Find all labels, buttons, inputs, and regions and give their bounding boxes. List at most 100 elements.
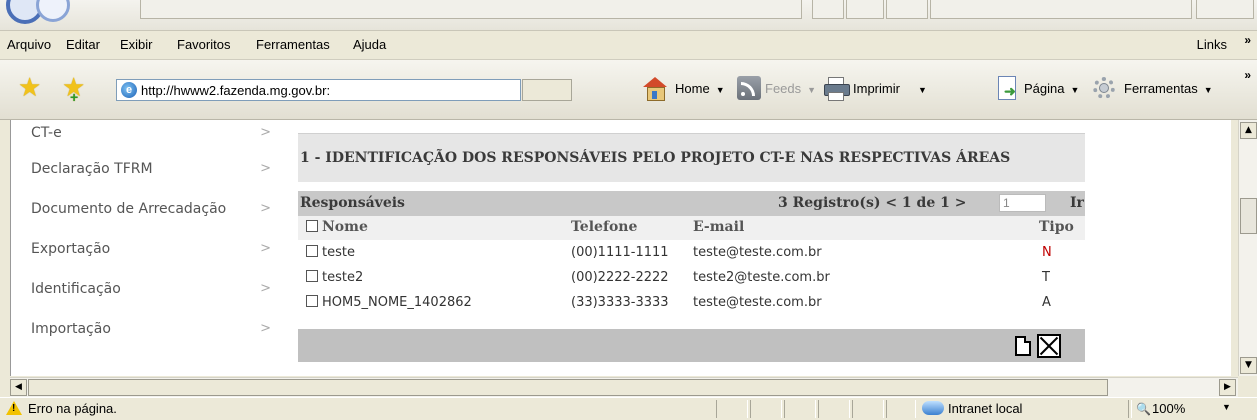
intranet-zone-icon	[922, 401, 944, 415]
cell-telefone: (00)1111-1111	[571, 245, 669, 260]
tools-label: Ferramentas	[1124, 81, 1198, 96]
page-button[interactable]: Página ▼	[1024, 81, 1079, 96]
cell-telefone: (33)3333-3333	[571, 295, 669, 310]
page-icon[interactable]: ➜	[994, 75, 1022, 101]
cell-tipo: N	[1042, 245, 1052, 260]
sidebar-item-importacao[interactable]: Importação >	[11, 310, 279, 348]
address-strip	[140, 0, 802, 19]
cell-email: teste@teste.com.br	[693, 295, 822, 310]
address-bar[interactable]: e http://hwww2.fazenda.mg.gov.br:	[116, 79, 521, 101]
section-header: 1 - IDENTIFICAÇÃO DOS RESPONSÁVEIS PELO …	[298, 133, 1085, 182]
home-icon[interactable]	[641, 75, 669, 101]
home-dropdown-icon[interactable]: ▼	[716, 85, 725, 95]
tools-button[interactable]: Ferramentas ▼	[1124, 81, 1213, 96]
horizontal-scrollbar[interactable]: ◀ ▶	[10, 377, 1238, 397]
menu-arquivo[interactable]: Arquivo	[7, 37, 51, 52]
select-all-checkbox[interactable]	[306, 219, 318, 235]
status-segment	[716, 400, 748, 418]
print-dropdown-icon[interactable]: ▼	[918, 85, 927, 95]
feeds-icon[interactable]	[737, 76, 761, 100]
strip-button-4[interactable]	[1196, 0, 1254, 19]
scroll-up-icon[interactable]: ▲	[1240, 122, 1257, 139]
sidebar-item-identificacao[interactable]: Identificação >	[11, 270, 279, 308]
menu-favoritos[interactable]: Favoritos	[177, 37, 230, 52]
grid-action-bar	[298, 329, 1085, 362]
sidebar-item-label: Documento de Arrecadação	[31, 201, 227, 217]
vertical-scrollbar[interactable]: ▲ ▼	[1238, 120, 1257, 376]
chevron-right-icon: >	[260, 241, 271, 256]
column-nome[interactable]: Nome	[322, 219, 368, 235]
printer-icon[interactable]	[823, 75, 851, 101]
tools-gear-icon[interactable]	[1091, 75, 1119, 101]
menu-editar[interactable]: Editar	[66, 37, 100, 52]
status-segment	[886, 400, 916, 418]
home-label: Home	[675, 81, 710, 96]
security-zone[interactable]: Intranet local	[948, 401, 1022, 416]
sidebar-item-label: Importação	[31, 321, 111, 337]
strip-button-1[interactable]	[812, 0, 844, 19]
favorites-star-icon[interactable]: ★	[18, 74, 41, 100]
cell-nome: teste2	[322, 270, 364, 285]
new-document-icon[interactable]	[1012, 334, 1034, 358]
table-row[interactable]: teste (00)1111-1111 teste@teste.com.br N	[298, 241, 1085, 265]
menu-exibir[interactable]: Exibir	[120, 37, 153, 52]
menu-bar: Arquivo Editar Exibir Favoritos Ferramen…	[0, 31, 1257, 60]
status-segment	[852, 400, 884, 418]
toolbar-overflow-chevron-icon[interactable]: »	[1244, 68, 1251, 82]
feeds-dropdown-icon[interactable]: ▼	[807, 85, 816, 95]
row-checkbox[interactable]	[306, 270, 318, 285]
feeds-button[interactable]: Feeds ▼	[765, 81, 816, 96]
address-go-box[interactable]	[522, 79, 572, 101]
sidebar-item-cte[interactable]: CT-e >	[11, 120, 279, 152]
cell-tipo: T	[1042, 270, 1050, 285]
strip-button-2[interactable]	[846, 0, 884, 19]
sidebar-item-exportacao[interactable]: Exportação >	[11, 230, 279, 268]
scroll-down-icon[interactable]: ▼	[1240, 357, 1257, 374]
table-row[interactable]: HOM5_NOME_1402862 (33)3333-3333 teste@te…	[298, 291, 1085, 315]
sidebar-item-declaracao-tfrm[interactable]: Declaração TFRM >	[11, 150, 279, 188]
page-content: CT-e > Declaração TFRM > Documento de Ar…	[10, 120, 1231, 376]
zoom-icon[interactable]: 🔍	[1136, 402, 1151, 416]
tools-dropdown-icon[interactable]: ▼	[1204, 85, 1213, 95]
add-favorite-icon[interactable]: ★ +	[62, 74, 85, 105]
column-telefone[interactable]: Telefone	[571, 219, 637, 235]
column-tipo[interactable]: Tipo	[1039, 219, 1074, 235]
strip-button-3[interactable]	[886, 0, 928, 19]
sidebar-item-documento-arrecadacao[interactable]: Documento de Arrecadação >	[11, 190, 279, 228]
cell-email: teste2@teste.com.br	[693, 270, 830, 285]
table-row[interactable]: teste2 (00)2222-2222 teste2@teste.com.br…	[298, 266, 1085, 290]
status-text[interactable]: Erro na página.	[28, 401, 117, 416]
page-number-input[interactable]: 1	[999, 194, 1046, 212]
menu-overflow-chevron-icon[interactable]: »	[1244, 33, 1251, 47]
menu-ferramentas[interactable]: Ferramentas	[256, 37, 330, 52]
status-segment	[784, 400, 816, 418]
chevron-right-icon: >	[260, 125, 271, 140]
column-email[interactable]: E-mail	[693, 219, 744, 235]
horizontal-scroll-thumb[interactable]	[28, 379, 1108, 396]
status-segment	[818, 400, 850, 418]
scroll-left-icon[interactable]: ◀	[10, 379, 27, 396]
delete-icon[interactable]	[1037, 334, 1061, 358]
scroll-corner	[1238, 377, 1257, 396]
zoom-dropdown-icon[interactable]: ▼	[1222, 402, 1231, 412]
forward-icon[interactable]	[36, 0, 70, 22]
address-url[interactable]: http://hwww2.fazenda.mg.gov.br:	[141, 83, 330, 98]
links-button[interactable]: Links	[1197, 37, 1227, 52]
go-button[interactable]: Ir	[1070, 195, 1084, 211]
command-toolbar: ★ ★ + e http://hwww2.fazenda.mg.gov.br: H…	[0, 60, 1257, 120]
row-checkbox[interactable]	[306, 245, 318, 260]
grid-pager[interactable]: 3 Registro(s) < 1 de 1 >	[778, 195, 966, 211]
cell-telefone: (00)2222-2222	[571, 270, 669, 285]
page-dropdown-icon[interactable]: ▼	[1070, 85, 1079, 95]
vertical-scroll-thumb[interactable]	[1240, 198, 1257, 234]
chevron-right-icon: >	[260, 281, 271, 296]
sidebar-item-label: Declaração TFRM	[31, 161, 153, 177]
scroll-right-icon[interactable]: ▶	[1219, 379, 1236, 396]
grid-title: Responsáveis	[300, 195, 405, 211]
print-button[interactable]: Imprimir ▼	[853, 81, 927, 96]
home-button[interactable]: Home ▼	[675, 81, 725, 96]
row-checkbox[interactable]	[306, 295, 318, 310]
menu-ajuda[interactable]: Ajuda	[353, 37, 386, 52]
zoom-level[interactable]: 100%	[1152, 401, 1185, 416]
back-forward-buttons[interactable]	[6, 0, 70, 28]
